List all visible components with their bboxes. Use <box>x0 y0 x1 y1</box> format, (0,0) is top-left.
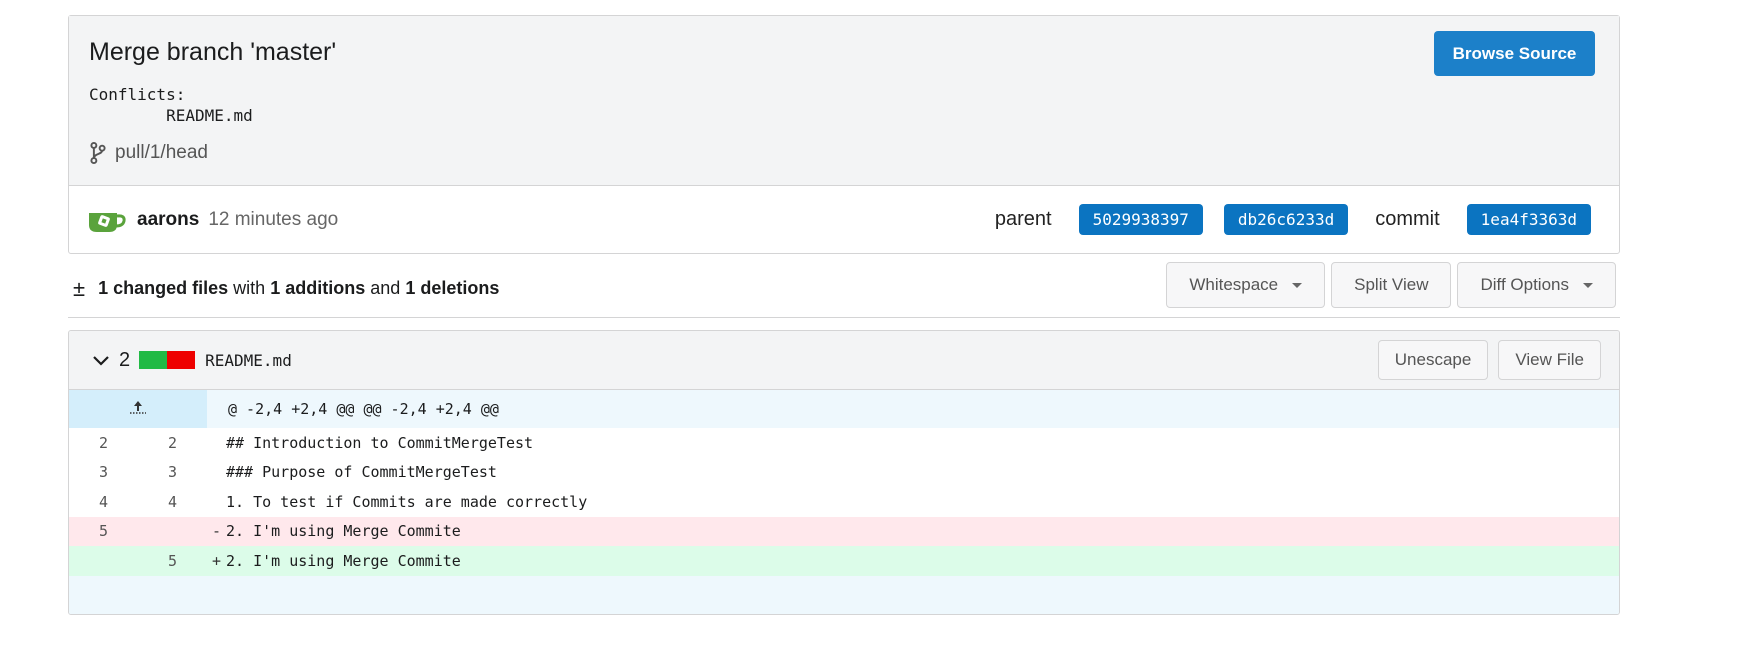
old-line-number[interactable]: 4 <box>69 487 138 517</box>
deletions-count: 1 <box>405 278 416 298</box>
diff-summary: ± 1 changed files with 1 additions and 1… <box>68 262 1620 318</box>
view-file-button[interactable]: View File <box>1498 340 1601 380</box>
with-word: with <box>233 278 266 298</box>
diff-table: @ -2,4 +2,4 @@ @@ -2,4 +2,4 @@ 2 2 ## In… <box>69 390 1619 614</box>
unescape-button[interactable]: Unescape <box>1377 340 1489 380</box>
additions-word: additions <box>285 278 366 298</box>
expand-up-icon[interactable] <box>69 390 207 428</box>
branch-name[interactable]: pull/1/head <box>115 142 208 164</box>
avatar[interactable] <box>87 207 127 233</box>
hunk-header: @ -2,4 +2,4 @@ @@ -2,4 +2,4 @@ <box>207 390 1619 428</box>
chevron-down-icon[interactable] <box>91 350 111 370</box>
new-line-number[interactable]: 3 <box>138 457 207 487</box>
old-line-number[interactable]: 2 <box>69 428 138 458</box>
files-count: 1 <box>98 278 109 298</box>
diff-line: 4 4 1. To test if Commits are made corre… <box>69 487 1619 517</box>
deleted-line: 5 - 2. I'm using Merge Commite <box>69 516 1619 546</box>
diff-toolbar: Whitespace Split View Diff Options <box>1166 262 1616 308</box>
added-line: 5 + 2. I'm using Merge Commite <box>69 546 1619 576</box>
branch-label[interactable]: pull/1/head <box>89 142 208 164</box>
split-view-button[interactable]: Split View <box>1331 262 1452 308</box>
diff-stat-bar <box>139 351 196 369</box>
diff-line-count: 2 <box>119 348 131 371</box>
diff-line: 3 3 ### Purpose of CommitMergeTest <box>69 457 1619 487</box>
browse-source-button[interactable]: Browse Source <box>1434 31 1595 76</box>
old-line-number[interactable]: 5 <box>69 516 138 546</box>
code-line: 2. I'm using Merge Commite <box>226 546 1619 576</box>
diff-options-label: Diff Options <box>1480 275 1569 294</box>
new-line-number[interactable]: 5 <box>138 546 207 576</box>
parent-sha-1[interactable]: 5029938397 <box>1078 204 1203 235</box>
commit-title: Merge branch 'master' <box>89 38 337 66</box>
commit-info: Merge branch 'master' Conflicts: README.… <box>69 16 1619 186</box>
diff-sign: + <box>207 546 226 576</box>
whitespace-dropdown[interactable]: Whitespace <box>1166 262 1326 308</box>
and-word: and <box>370 278 401 298</box>
commit-message: Conflicts: README.md <box>89 85 253 125</box>
file-header: 2 README.md Unescape View File <box>69 331 1619 390</box>
diff-sign <box>207 487 226 517</box>
file-diff: 2 README.md Unescape View File @ -2,4 +2… <box>68 330 1620 615</box>
author-name[interactable]: aarons <box>137 209 199 231</box>
new-line-number[interactable] <box>138 516 207 546</box>
commit-label: commit <box>1375 208 1440 230</box>
additions-count: 1 <box>270 278 281 298</box>
expand-footer-row <box>69 575 1619 614</box>
caret-down-icon <box>1583 282 1593 288</box>
parent-sha-2[interactable]: db26c6233d <box>1223 204 1349 235</box>
commit-time: 12 minutes ago <box>208 209 339 230</box>
diff-options-dropdown[interactable]: Diff Options <box>1457 262 1616 308</box>
sha-group: parent 5029938397 db26c6233d commit 1ea4… <box>995 204 1591 235</box>
expand-footer <box>69 575 1619 614</box>
new-line-number[interactable]: 4 <box>138 487 207 517</box>
new-line-number[interactable]: 2 <box>138 428 207 458</box>
file-actions: Unescape View File <box>1377 340 1601 380</box>
plus-minus-icon: ± <box>73 276 86 301</box>
old-line-number[interactable]: 3 <box>69 457 138 487</box>
commit-sha[interactable]: 1ea4f3363d <box>1466 204 1591 235</box>
code-line: ## Introduction to CommitMergeTest <box>226 428 1619 458</box>
hunk-row: @ -2,4 +2,4 @@ @@ -2,4 +2,4 @@ <box>69 390 1619 428</box>
commit-header: Merge branch 'master' Conflicts: README.… <box>68 15 1620 254</box>
parent-label: parent <box>994 208 1052 230</box>
diff-sign <box>207 457 226 487</box>
commit-meta: aarons 12 minutes ago parent 5029938397 … <box>69 186 1619 254</box>
file-name: README.md <box>205 350 292 370</box>
diff-line: 2 2 ## Introduction to CommitMergeTest <box>69 428 1619 458</box>
old-line-number[interactable] <box>69 546 138 576</box>
code-line: 1. To test if Commits are made correctly <box>226 487 1619 517</box>
diff-sign <box>207 428 226 458</box>
caret-down-icon <box>1292 282 1303 288</box>
code-line: ### Purpose of CommitMergeTest <box>226 457 1619 487</box>
deletions-bar <box>167 351 196 369</box>
diff-stats: ± 1 changed files with 1 additions and 1… <box>73 276 499 302</box>
code-line: 2. I'm using Merge Commite <box>226 516 1619 546</box>
diff-sign: - <box>207 516 226 546</box>
deletions-word: deletions <box>420 278 500 298</box>
whitespace-label: Whitespace <box>1189 275 1279 294</box>
expand-up-svg <box>130 401 146 414</box>
files-word: changed files <box>113 278 229 298</box>
additions-bar <box>139 351 168 369</box>
git-branch-icon <box>90 142 106 164</box>
